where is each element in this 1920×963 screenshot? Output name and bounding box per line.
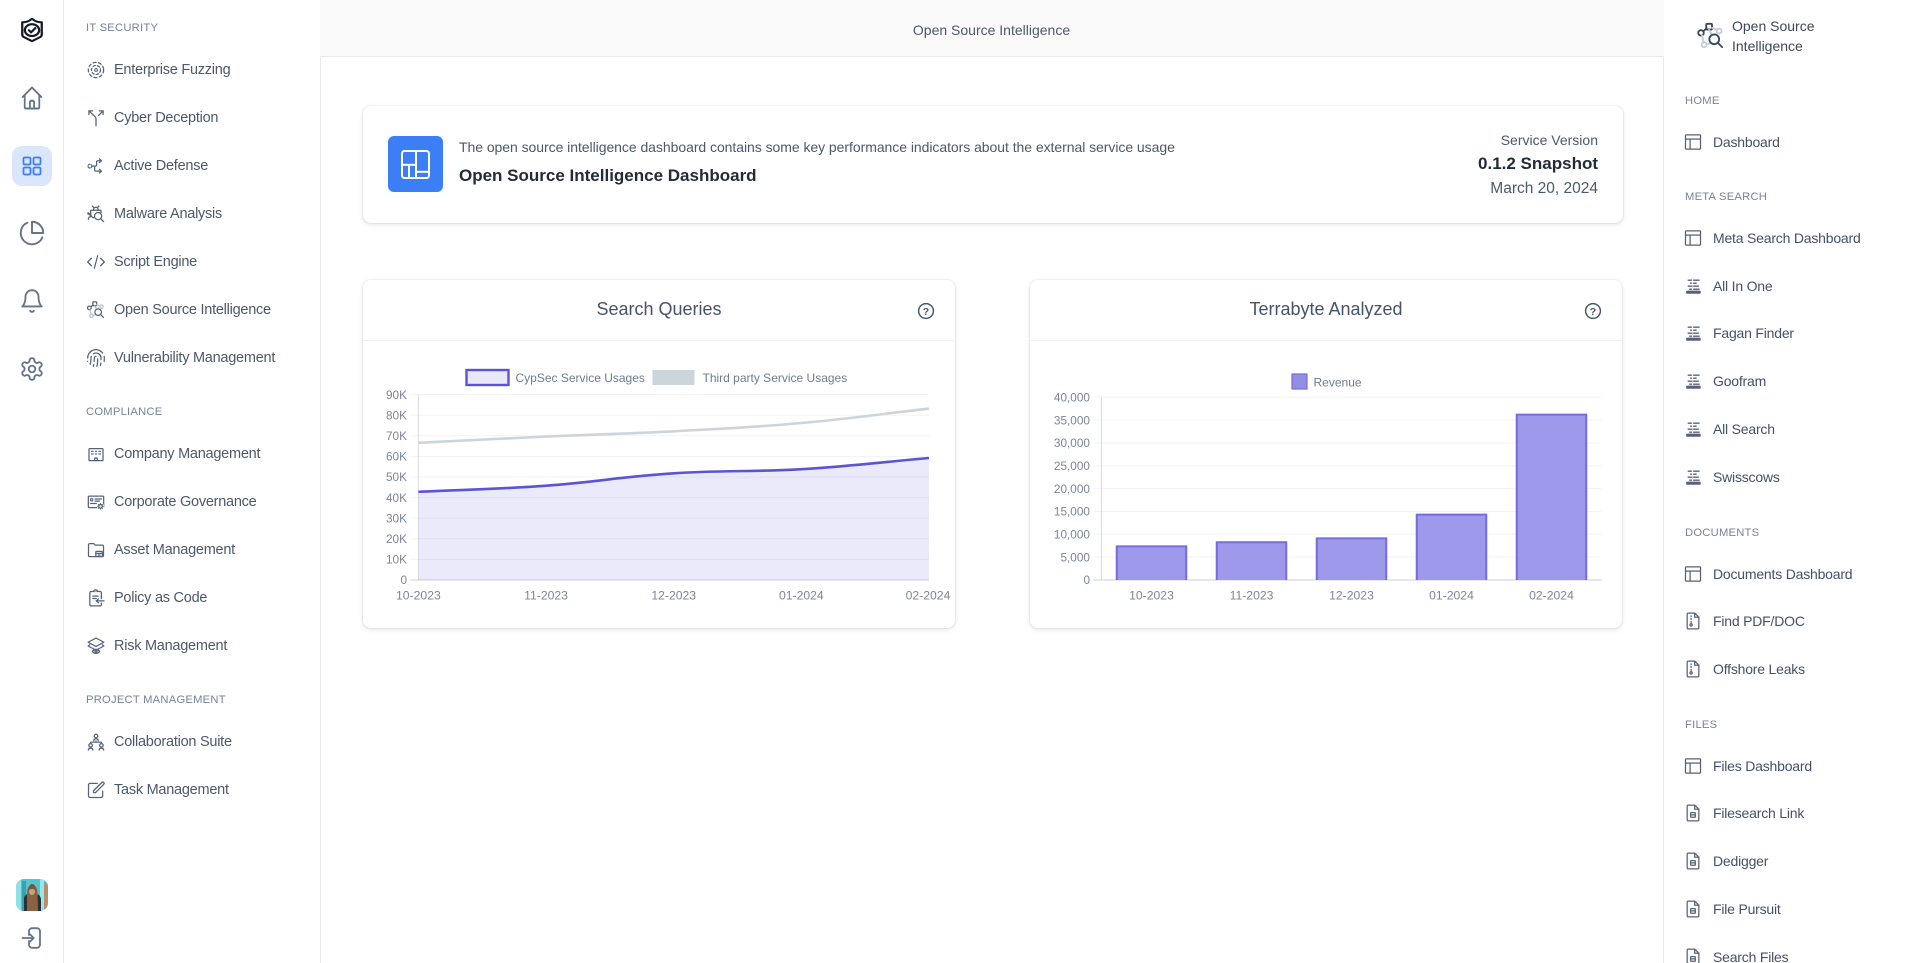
- svg-text:?: ?: [1590, 306, 1596, 318]
- svg-text:30,000: 30,000: [1054, 436, 1091, 450]
- svg-text:10-2023: 10-2023: [1129, 589, 1174, 603]
- svg-text:20K: 20K: [386, 532, 407, 546]
- svg-text:40K: 40K: [386, 491, 407, 505]
- svg-text:01-2024: 01-2024: [1429, 589, 1474, 603]
- svg-text:10,000: 10,000: [1054, 528, 1091, 542]
- svg-text:?: ?: [923, 306, 929, 318]
- svg-text:CypSec Service Usages: CypSec Service Usages: [516, 371, 645, 385]
- svg-text:02-2024: 02-2024: [906, 589, 951, 603]
- svg-text:80K: 80K: [386, 408, 407, 422]
- svg-text:90K: 90K: [386, 388, 407, 402]
- svg-text:70K: 70K: [386, 429, 407, 443]
- svg-text:12-2023: 12-2023: [1329, 589, 1374, 603]
- svg-text:5,000: 5,000: [1060, 550, 1090, 564]
- svg-text:10-2023: 10-2023: [396, 589, 441, 603]
- svg-text:0: 0: [400, 573, 407, 587]
- svg-text:11-2023: 11-2023: [1230, 589, 1274, 603]
- svg-text:Third party Service Usages: Third party Service Usages: [703, 371, 848, 385]
- svg-text:15,000: 15,000: [1054, 505, 1091, 519]
- svg-text:30K: 30K: [386, 511, 407, 525]
- svg-text:20,000: 20,000: [1054, 482, 1091, 496]
- svg-text:10K: 10K: [386, 553, 407, 567]
- svg-text:01-2024: 01-2024: [779, 589, 824, 603]
- svg-text:02-2024: 02-2024: [1529, 589, 1574, 603]
- svg-text:11-2023: 11-2023: [524, 589, 568, 603]
- svg-text:Revenue: Revenue: [1314, 375, 1362, 389]
- svg-text:12-2023: 12-2023: [651, 589, 696, 603]
- svg-text:0: 0: [1083, 573, 1090, 587]
- svg-text:60K: 60K: [386, 450, 407, 464]
- svg-text:40,000: 40,000: [1054, 390, 1091, 404]
- svg-text:25,000: 25,000: [1054, 459, 1091, 473]
- svg-text:50K: 50K: [386, 470, 407, 484]
- svg-text:35,000: 35,000: [1054, 413, 1091, 427]
